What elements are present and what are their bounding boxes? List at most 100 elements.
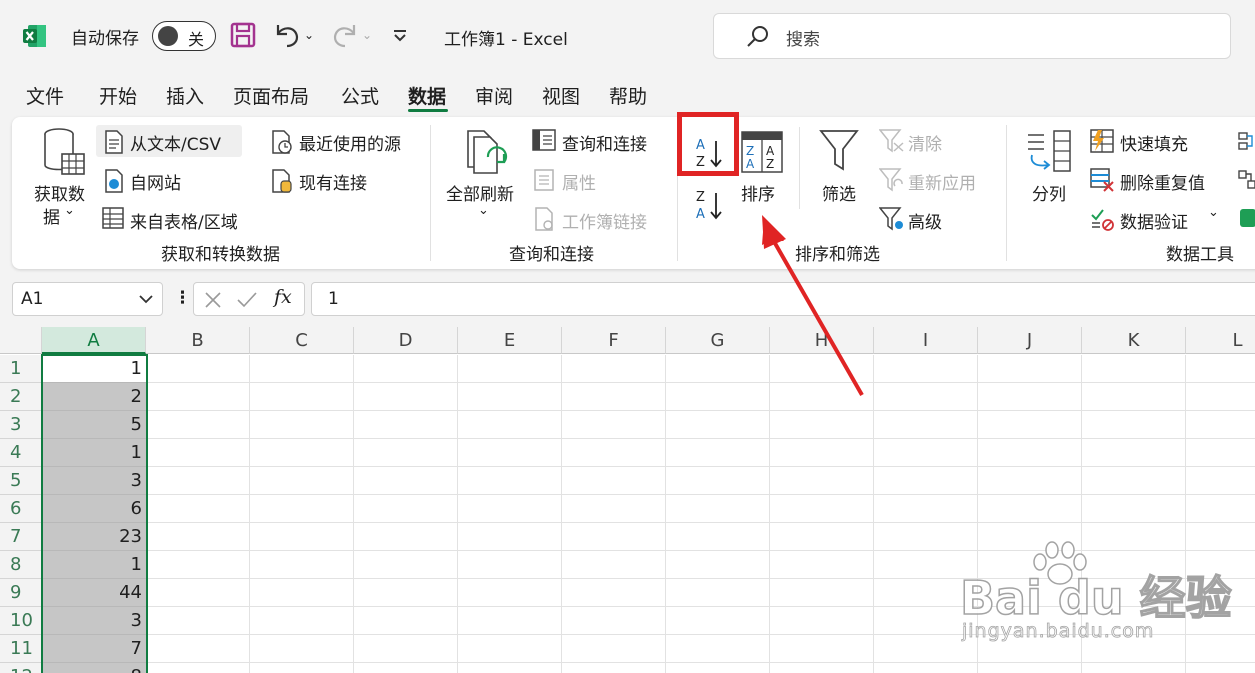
data-validation-icon[interactable]: [1090, 207, 1114, 231]
table-cell[interactable]: [1082, 467, 1186, 495]
column-header-j[interactable]: J: [978, 327, 1082, 354]
table-cell[interactable]: [250, 439, 354, 467]
sort-descending-icon[interactable]: Z A: [694, 187, 726, 223]
table-cell[interactable]: [666, 495, 770, 523]
table-cell[interactable]: [770, 439, 874, 467]
column-header-k[interactable]: K: [1082, 327, 1186, 354]
column-header-c[interactable]: C: [250, 327, 354, 354]
cell-a[interactable]: 3: [42, 467, 146, 495]
cell-a[interactable]: 6: [42, 495, 146, 523]
column-header-l[interactable]: L: [1186, 327, 1255, 354]
workbook-links-label[interactable]: 工作簿链接: [562, 208, 647, 233]
search-box[interactable]: 搜索: [713, 13, 1231, 59]
column-header-f[interactable]: F: [562, 327, 666, 354]
cell-a[interactable]: 23: [42, 523, 146, 551]
table-cell[interactable]: [146, 467, 250, 495]
table-cell[interactable]: [1082, 355, 1186, 383]
table-cell[interactable]: [666, 467, 770, 495]
table-cell[interactable]: [1186, 439, 1255, 467]
table-cell[interactable]: [1082, 383, 1186, 411]
table-cell[interactable]: [874, 383, 978, 411]
table-cell[interactable]: [562, 467, 666, 495]
data-model-icon[interactable]: [1238, 207, 1255, 229]
table-cell[interactable]: [874, 411, 978, 439]
reapply-icon[interactable]: [879, 168, 905, 192]
table-cell[interactable]: [874, 355, 978, 383]
tab-help[interactable]: 帮助: [609, 82, 647, 109]
table-cell[interactable]: [354, 411, 458, 439]
row-header[interactable]: 7: [0, 523, 42, 551]
tab-home[interactable]: 开始: [99, 82, 137, 109]
from-table-label[interactable]: 来自表格/区域: [130, 208, 238, 233]
table-cell[interactable]: [354, 383, 458, 411]
row-header[interactable]: 10: [0, 607, 42, 635]
table-cell[interactable]: [146, 495, 250, 523]
text-to-columns-icon[interactable]: [1024, 129, 1072, 175]
table-cell[interactable]: [458, 383, 562, 411]
cell-a[interactable]: 1: [42, 439, 146, 467]
table-cell[interactable]: [250, 579, 354, 607]
recent-sources-label[interactable]: 最近使用的源: [299, 130, 401, 155]
cell-a[interactable]: 1: [42, 551, 146, 579]
row-header[interactable]: 6: [0, 495, 42, 523]
table-cell[interactable]: [666, 607, 770, 635]
row-header[interactable]: 3: [0, 411, 42, 439]
existing-connections-label[interactable]: 现有连接: [299, 169, 367, 194]
table-cell[interactable]: [874, 663, 978, 673]
advanced-label[interactable]: 高级: [908, 208, 942, 233]
column-header-i[interactable]: I: [874, 327, 978, 354]
queries-connections-label[interactable]: 查询和连接: [562, 130, 647, 155]
table-cell[interactable]: [770, 607, 874, 635]
chevron-down-icon[interactable]: ⌄: [64, 203, 75, 218]
more-options-icon[interactable]: ⋮: [174, 288, 191, 308]
from-text-label[interactable]: 从文本/CSV: [130, 130, 221, 155]
table-cell[interactable]: [146, 551, 250, 579]
enter-check-icon[interactable]: [236, 291, 258, 309]
table-cell[interactable]: [250, 467, 354, 495]
table-cell[interactable]: [250, 355, 354, 383]
column-header-b[interactable]: B: [146, 327, 250, 354]
cell-a[interactable]: 8: [42, 663, 146, 673]
table-cell[interactable]: [562, 495, 666, 523]
table-cell[interactable]: [146, 411, 250, 439]
table-cell[interactable]: [562, 439, 666, 467]
table-cell[interactable]: [978, 411, 1082, 439]
table-cell[interactable]: [562, 411, 666, 439]
table-cell[interactable]: [1186, 663, 1255, 673]
table-cell[interactable]: [562, 663, 666, 673]
get-data-label-1[interactable]: 获取数: [34, 180, 85, 205]
table-cell[interactable]: [666, 411, 770, 439]
table-cell[interactable]: [146, 439, 250, 467]
queries-connections-icon[interactable]: [532, 129, 556, 151]
table-cell[interactable]: [978, 383, 1082, 411]
autosave-toggle[interactable]: 关: [152, 21, 216, 51]
row-header[interactable]: 5: [0, 467, 42, 495]
table-cell[interactable]: [1186, 383, 1255, 411]
table-cell[interactable]: [250, 495, 354, 523]
table-cell[interactable]: [250, 551, 354, 579]
table-cell[interactable]: [458, 411, 562, 439]
table-cell[interactable]: [458, 579, 562, 607]
name-box[interactable]: A1: [12, 282, 163, 316]
table-cell[interactable]: [146, 355, 250, 383]
table-cell[interactable]: [354, 523, 458, 551]
table-cell[interactable]: [562, 635, 666, 663]
from-web-icon[interactable]: [104, 169, 124, 193]
table-cell[interactable]: [250, 383, 354, 411]
cell-a[interactable]: 2: [42, 383, 146, 411]
table-cell[interactable]: [146, 383, 250, 411]
row-header[interactable]: 4: [0, 439, 42, 467]
properties-label[interactable]: 属性: [562, 169, 596, 194]
data-validation-label[interactable]: 数据验证: [1120, 208, 1188, 233]
table-cell[interactable]: [562, 607, 666, 635]
table-cell[interactable]: [458, 495, 562, 523]
table-cell[interactable]: [354, 579, 458, 607]
table-cell[interactable]: [1186, 495, 1255, 523]
row-header[interactable]: 1: [0, 355, 42, 383]
table-cell[interactable]: [146, 607, 250, 635]
row-header[interactable]: 11: [0, 635, 42, 663]
column-header-a[interactable]: A: [42, 327, 146, 354]
table-cell[interactable]: [250, 411, 354, 439]
table-cell[interactable]: [458, 523, 562, 551]
table-cell[interactable]: [770, 411, 874, 439]
